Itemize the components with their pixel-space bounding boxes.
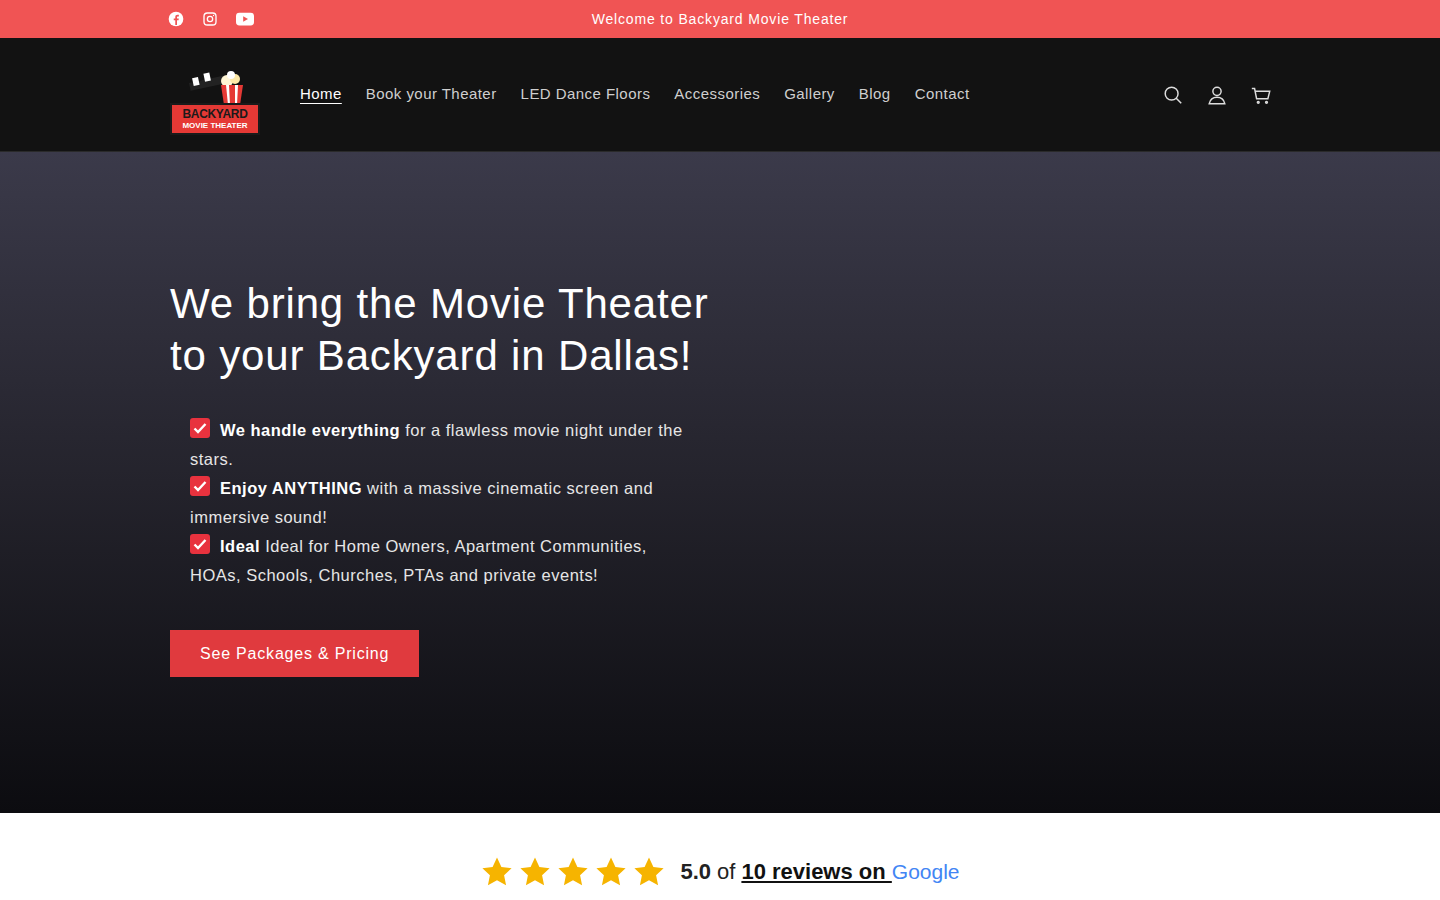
hero-bullet: We handle everything for a flawless movi… (190, 416, 700, 474)
logo-line2: MOVIE THEATER (182, 121, 247, 131)
account-icon[interactable] (1206, 84, 1228, 106)
nav-link[interactable]: Blog (859, 83, 891, 106)
rating-of: of (717, 855, 735, 888)
hero-bullets: We handle everything for a flawless movi… (190, 416, 700, 590)
rating: 5.0 (680, 855, 711, 888)
youtube-icon[interactable] (236, 12, 254, 26)
nav-link[interactable]: Accessories (674, 83, 760, 106)
instagram-icon[interactable] (202, 11, 218, 27)
logo-plate: BACKYARDMOVIE THEATER (170, 103, 260, 135)
nav-link[interactable]: Book your Theater (366, 83, 497, 106)
logo[interactable]: BACKYARDMOVIE THEATER (170, 55, 260, 135)
hero-heading: We bring the Movie Theater to your Backy… (170, 278, 710, 382)
nav-link[interactable]: Home (300, 83, 342, 106)
check-icon (190, 476, 210, 496)
google-brand: Google (892, 856, 960, 888)
bullet-bold: Ideal (220, 537, 260, 555)
social-links (168, 11, 254, 27)
site-header: BACKYARDMOVIE THEATER Home Book your Theat… (0, 38, 1440, 152)
nav-link[interactable]: LED Dance Floors (521, 83, 651, 106)
cart-icon[interactable] (1250, 84, 1272, 106)
popcorn-icon (185, 71, 245, 105)
hero-bullet: Enjoy ANYTHING with a massive cinematic … (190, 474, 700, 532)
check-icon (190, 418, 210, 438)
hero-section: We bring the Movie Theater to your Backy… (0, 152, 1440, 813)
hero-bullet: Ideal Ideal for Home Owners, Apartment C… (190, 532, 700, 590)
search-icon[interactable] (1162, 84, 1184, 106)
nav-link[interactable]: Gallery (784, 83, 835, 106)
nav-link[interactable]: Contact (915, 83, 970, 106)
star-icon (480, 855, 514, 889)
star-icon (556, 855, 590, 889)
reviews-link[interactable]: 10 reviews on (741, 855, 891, 888)
reviews-strip: 5.0of10 reviews on Google (0, 813, 1440, 900)
main-nav: Home Book your Theater LED Dance Floors Acc… (300, 83, 970, 106)
facebook-icon[interactable] (168, 11, 184, 27)
header-icons (1162, 84, 1272, 106)
packages-button[interactable]: See Packages & Pricing (170, 630, 419, 677)
star-icon (632, 855, 666, 889)
bullet-bold: We handle everything (220, 421, 400, 439)
star-icon (518, 855, 552, 889)
review-summary: 5.0of10 reviews on Google (680, 855, 959, 888)
check-icon (190, 534, 210, 554)
star-icon (594, 855, 628, 889)
announcement-text: Welcome to Backyard Movie Theater (0, 9, 1440, 30)
bullet-bold: Enjoy ANYTHING (220, 479, 362, 497)
logo-line1: BACKYARD (182, 107, 247, 121)
announcement-bar: Welcome to Backyard Movie Theater (0, 0, 1440, 38)
review-stars (480, 855, 666, 889)
